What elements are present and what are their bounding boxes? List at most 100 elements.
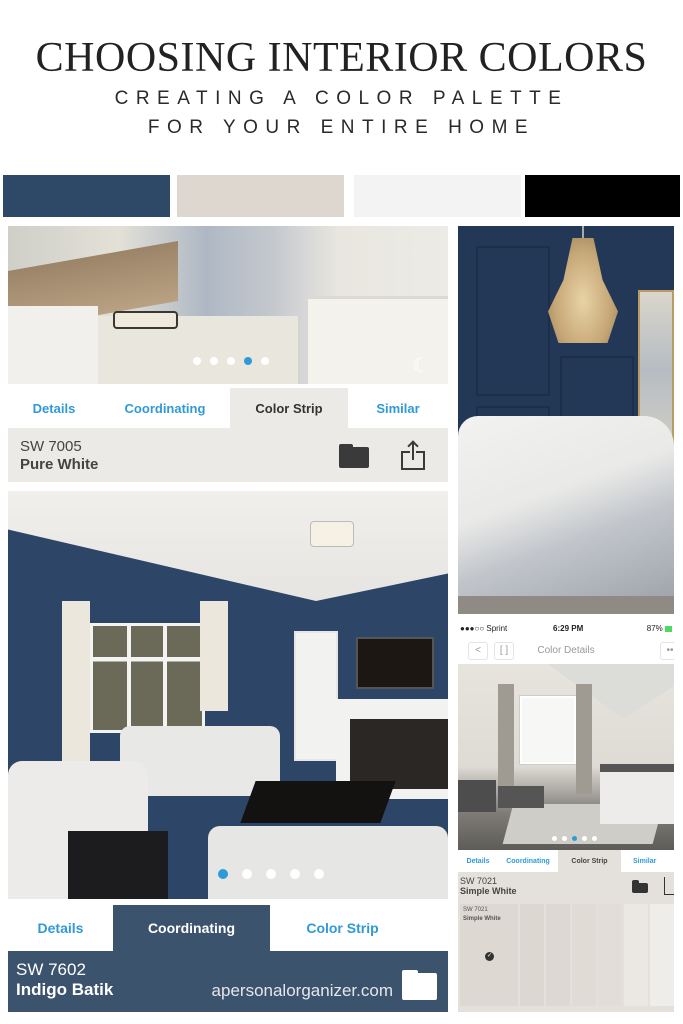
ottoman [498,786,544,808]
carousel-dot[interactable] [193,357,201,365]
tab-coordinating[interactable]: Coordinating [498,850,558,872]
night-mode-moon-icon[interactable]: ☾ [412,353,430,378]
color-chip[interactable] [571,904,596,1006]
chip-code: SW 7021 [463,907,488,913]
battery-icon [665,625,672,632]
carousel-dots[interactable] [552,836,597,841]
carousel-dot-active[interactable] [244,357,252,365]
clock: 6:29 PM [553,624,584,633]
color-info-panel: SW 7021 Simple White SW 7021 Simple Whit… [458,872,674,1012]
carrier: ●●●○○ Sprint [460,624,508,633]
palette-swatch-white [354,175,521,217]
tab-color-strip[interactable]: Color Strip [558,850,621,872]
tab-color-strip[interactable]: Color Strip [230,388,348,428]
color-name: Indigo Batik [16,980,114,999]
chandelier [548,238,618,343]
window [520,696,576,764]
color-info-bar: SW 7602 Indigo Batik apersonalorganizer.… [8,951,448,1012]
tab-details[interactable]: Details [8,905,113,951]
bed [600,764,674,824]
color-chip[interactable] [545,904,570,1006]
carousel-dot-active[interactable] [218,869,228,879]
palette-swatch-indigo [3,175,170,217]
curtain [576,684,592,794]
page-title: CHOOSING INTERIOR COLORS [35,35,648,81]
carousel-dots[interactable] [218,869,324,879]
folder-icon[interactable] [402,970,437,1000]
subtitle-line-1: CREATING A COLOR PALETTE [114,88,569,109]
ceiling [8,491,448,601]
ceiling-light [310,521,354,547]
battery: 87% [647,624,672,633]
color-chip[interactable] [597,904,622,1006]
carousel-dot-active[interactable] [572,836,577,841]
bed-sheets [458,416,674,614]
chair [458,780,496,812]
chip-name: Simple White [463,916,501,922]
bedroom-photo [458,226,674,614]
folder-icon[interactable] [339,444,369,468]
carousel-dot[interactable] [210,357,218,365]
floor [458,596,674,614]
tab-details[interactable]: Details [8,388,100,428]
color-chip[interactable] [649,904,674,1006]
nav-bar: < [ ] Color Details •• [458,640,674,662]
nav-title: Color Details [537,645,595,656]
chandelier-chain [582,226,584,240]
color-chip-selected[interactable]: SW 7021 Simple White ✓ [460,904,518,1006]
palette-swatch-beige [177,175,344,217]
carousel-dot[interactable] [242,869,252,879]
living-room-photo[interactable] [8,491,448,899]
carousel-dot[interactable] [314,869,324,879]
tab-color-strip[interactable]: Color Strip [270,905,415,951]
carousel-dot[interactable] [290,869,300,879]
folder-icon[interactable] [632,880,648,893]
tab-coordinating[interactable]: Coordinating [113,905,270,951]
subtitle-line-2: FOR YOUR ENTIRE HOME [147,117,536,138]
color-code: SW 7021 [460,876,498,886]
color-code: SW 7005 [20,438,82,455]
carousel-dot[interactable] [562,836,567,841]
more-button[interactable]: •• [660,642,674,660]
carousel-dot[interactable] [552,836,557,841]
phone-tabs: Details Coordinating Color Strip Similar [458,850,674,872]
fireplace [350,719,448,789]
share-icon[interactable] [664,877,674,895]
vanity-cabinet [8,306,98,384]
side-table [68,831,168,899]
tab-similar[interactable]: Similar [348,388,448,428]
color-chip[interactable] [623,904,648,1006]
built-in-shelves [294,631,338,761]
living-tabs: Details Coordinating Color Strip [8,905,448,951]
coffee-table [240,781,396,823]
color-name: Simple White [460,886,517,896]
wall-panel [476,246,550,396]
carousel-dot[interactable] [592,836,597,841]
sectional-sofa [208,826,448,899]
carousel-dot[interactable] [261,357,269,365]
television [356,637,434,689]
tab-similar[interactable]: Similar [621,850,674,872]
watermark: apersonalorganizer.com [211,981,393,1000]
phone-screenshot: ●●●○○ Sprint 6:29 PM 87% < [ ] Color Det… [458,620,674,1012]
vanity-stool [113,311,178,329]
color-chip[interactable] [519,904,544,1006]
tab-details[interactable]: Details [458,850,498,872]
bedroom-room-photo[interactable] [458,664,674,850]
bathroom-tabs: Details Coordinating Color Strip Similar [8,388,448,428]
carousel-dot[interactable] [582,836,587,841]
color-name: Pure White [20,456,99,473]
palette-swatch-black [525,175,680,217]
share-icon[interactable] [401,440,425,470]
battery-percent: 87% [646,624,663,633]
color-info-bar: SW 7005 Pure White [8,428,448,482]
bathroom-photo[interactable]: ☾ [8,226,448,384]
carousel-dot[interactable] [266,869,276,879]
color-code: SW 7602 [16,960,86,979]
tab-coordinating[interactable]: Coordinating [100,388,230,428]
carousel-dots[interactable] [193,357,269,365]
carousel-dot[interactable] [227,357,235,365]
check-icon: ✓ [485,952,494,961]
window [90,623,205,733]
curtain [498,684,514,794]
